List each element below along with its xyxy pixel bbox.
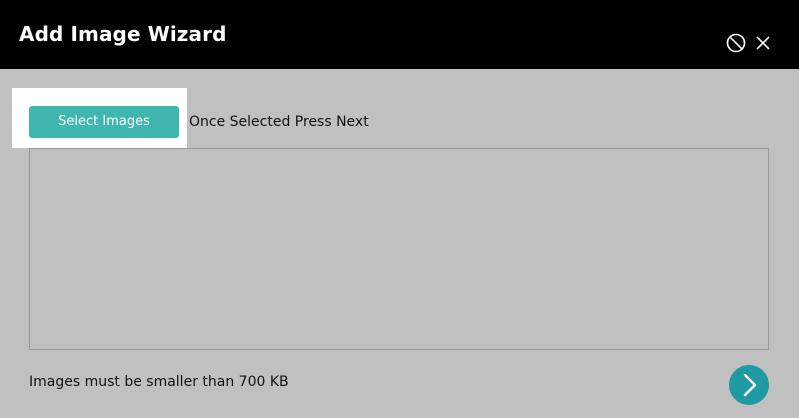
- dialog-title: Add Image Wizard: [19, 22, 227, 46]
- select-images-button[interactable]: Select Images: [29, 106, 179, 138]
- instruction-text: Once Selected Press Next: [189, 114, 369, 130]
- chevron-right-icon: [743, 373, 757, 397]
- size-limit-note: Images must be smaller than 700 KB: [29, 374, 289, 390]
- close-icon[interactable]: [754, 34, 772, 52]
- next-button[interactable]: [729, 365, 769, 405]
- image-list-area[interactable]: [29, 148, 769, 350]
- dialog-body: Select Images Once Selected Press Next I…: [0, 69, 799, 418]
- dialog-header: Add Image Wizard: [0, 0, 799, 69]
- cancel-circle-icon[interactable]: [726, 33, 746, 53]
